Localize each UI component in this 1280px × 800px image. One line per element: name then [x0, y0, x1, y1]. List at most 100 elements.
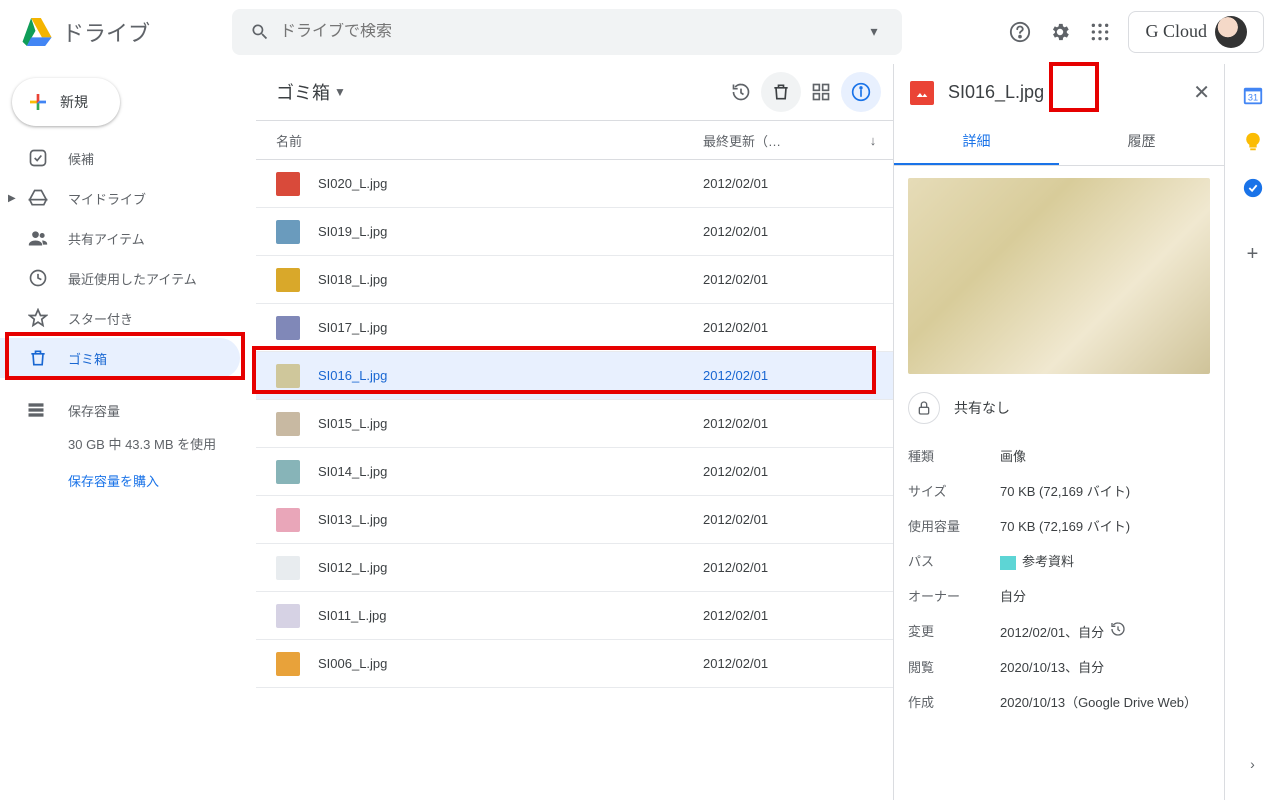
file-thumb-icon — [276, 604, 300, 628]
file-rows: SI020_L.jpg2012/02/01SI019_L.jpg2012/02/… — [256, 160, 893, 688]
account-chip[interactable]: G Cloud — [1128, 11, 1264, 53]
delete-forever-icon[interactable] — [761, 72, 801, 112]
file-name: SI019_L.jpg — [318, 224, 703, 239]
details-title: SI016_L.jpg — [948, 82, 1193, 103]
history-icon[interactable] — [1110, 625, 1126, 640]
file-row[interactable]: SI014_L.jpg2012/02/01 — [256, 448, 893, 496]
sidebar: 新規 候補 ▶ マイドライブ 共有アイテム 最近使用したアイテム スター付き ゴ… — [0, 64, 256, 800]
file-name: SI011_L.jpg — [318, 608, 703, 623]
new-button-label: 新規 — [60, 92, 88, 112]
col-date[interactable]: 最終更新（… — [703, 131, 853, 150]
addons-icon[interactable]: + — [1233, 234, 1273, 274]
storage-used: 30 GB 中 43.3 MB を使用 — [68, 434, 256, 453]
svg-text:31: 31 — [1247, 93, 1257, 103]
file-date: 2012/02/01 — [703, 656, 853, 671]
file-row[interactable]: SI018_L.jpg2012/02/01 — [256, 256, 893, 304]
file-row[interactable]: SI017_L.jpg2012/02/01 — [256, 304, 893, 352]
search-bar[interactable]: ▾ — [232, 9, 902, 55]
restore-icon[interactable] — [721, 72, 761, 112]
close-icon[interactable]: ✕ — [1193, 80, 1210, 105]
nav-starred[interactable]: スター付き — [0, 298, 240, 338]
expand-arrow-icon[interactable]: ▶ — [8, 193, 26, 204]
file-row[interactable]: SI013_L.jpg2012/02/01 — [256, 496, 893, 544]
file-date: 2012/02/01 — [703, 560, 853, 575]
file-row[interactable]: SI020_L.jpg2012/02/01 — [256, 160, 893, 208]
nav-shared[interactable]: 共有アイテム — [0, 218, 240, 258]
app-title: ドライブ — [62, 16, 232, 48]
help-icon[interactable] — [1000, 12, 1040, 52]
folder-icon — [1000, 556, 1016, 570]
file-date: 2012/02/01 — [703, 176, 853, 191]
file-name: SI013_L.jpg — [318, 512, 703, 527]
file-name: SI018_L.jpg — [318, 272, 703, 287]
file-row[interactable]: SI015_L.jpg2012/02/01 — [256, 400, 893, 448]
file-row[interactable]: SI011_L.jpg2012/02/01 — [256, 592, 893, 640]
calendar-app-icon[interactable]: 31 — [1233, 76, 1273, 116]
file-thumb-icon — [276, 652, 300, 676]
nav-my-drive[interactable]: ▶ マイドライブ — [0, 178, 240, 218]
drive-logo-icon[interactable] — [16, 12, 56, 52]
image-file-icon — [910, 81, 934, 105]
preview-image[interactable] — [908, 178, 1210, 374]
table-header: 名前 最終更新（… ↓ — [256, 120, 893, 160]
keep-app-icon[interactable] — [1233, 122, 1273, 162]
path-folder[interactable]: 参考資料 — [1000, 551, 1210, 570]
share-status: 共有なし — [954, 398, 1010, 418]
info-icon[interactable] — [841, 72, 881, 112]
file-row[interactable]: SI012_L.jpg2012/02/01 — [256, 544, 893, 592]
search-icon[interactable] — [240, 22, 280, 42]
search-input[interactable] — [280, 23, 854, 41]
side-panel: 31 + › — [1224, 64, 1280, 800]
apps-icon[interactable] — [1080, 12, 1120, 52]
grid-view-icon[interactable] — [801, 72, 841, 112]
storage-section: 保存容量 30 GB 中 43.3 MB を使用 保存容量を購入 — [0, 390, 256, 490]
file-thumb-icon — [276, 268, 300, 292]
storage-icon — [26, 400, 50, 420]
nav-priority[interactable]: 候補 — [0, 138, 240, 178]
tab-details[interactable]: 詳細 — [894, 119, 1059, 165]
tasks-app-icon[interactable] — [1233, 168, 1273, 208]
file-name: SI012_L.jpg — [318, 560, 703, 575]
file-name: SI006_L.jpg — [318, 656, 703, 671]
buy-storage-link[interactable]: 保存容量を購入 — [68, 471, 256, 490]
file-thumb-icon — [276, 220, 300, 244]
file-name: SI020_L.jpg — [318, 176, 703, 191]
file-row[interactable]: SI006_L.jpg2012/02/01 — [256, 640, 893, 688]
priority-icon — [26, 148, 50, 168]
file-name: SI015_L.jpg — [318, 416, 703, 431]
file-thumb-icon — [276, 556, 300, 580]
file-row[interactable]: SI019_L.jpg2012/02/01 — [256, 208, 893, 256]
avatar[interactable] — [1215, 16, 1247, 48]
file-thumb-icon — [276, 364, 300, 388]
file-list-pane: ゴミ箱 ▼ 名前 最終更新（… ↓ SI020_L.jpg2012/02/01S… — [256, 64, 894, 800]
file-thumb-icon — [276, 412, 300, 436]
nav-recent[interactable]: 最近使用したアイテム — [0, 258, 240, 298]
trash-icon — [26, 348, 50, 368]
file-date: 2012/02/01 — [703, 320, 853, 335]
file-date: 2012/02/01 — [703, 272, 853, 287]
account-label: G Cloud — [1145, 21, 1207, 42]
file-date: 2012/02/01 — [703, 224, 853, 239]
file-name: SI014_L.jpg — [318, 464, 703, 479]
tab-history[interactable]: 履歴 — [1059, 119, 1224, 165]
file-name: SI017_L.jpg — [318, 320, 703, 335]
col-name[interactable]: 名前 — [276, 131, 703, 150]
file-thumb-icon — [276, 316, 300, 340]
collapse-panel-icon[interactable]: › — [1233, 744, 1273, 784]
nav-trash[interactable]: ゴミ箱 — [0, 338, 240, 378]
details-panel: SI016_L.jpg ✕ 詳細 履歴 共有なし 種類画像 サイズ70 KB (… — [894, 64, 1224, 800]
breadcrumb[interactable]: ゴミ箱 ▼ — [268, 79, 346, 105]
new-button[interactable]: 新規 — [12, 78, 120, 126]
sort-arrow-icon[interactable]: ↓ — [853, 133, 893, 148]
toolbar: ゴミ箱 ▼ — [256, 64, 893, 120]
nav-storage[interactable]: 保存容量 — [26, 390, 256, 430]
star-icon — [26, 308, 50, 328]
file-row[interactable]: SI016_L.jpg2012/02/01 — [256, 352, 893, 400]
settings-icon[interactable] — [1040, 12, 1080, 52]
lock-icon — [908, 392, 940, 424]
file-date: 2012/02/01 — [703, 608, 853, 623]
search-dropdown-icon[interactable]: ▾ — [854, 23, 894, 40]
file-thumb-icon — [276, 172, 300, 196]
chevron-down-icon[interactable]: ▼ — [334, 85, 346, 99]
recent-icon — [26, 268, 50, 288]
